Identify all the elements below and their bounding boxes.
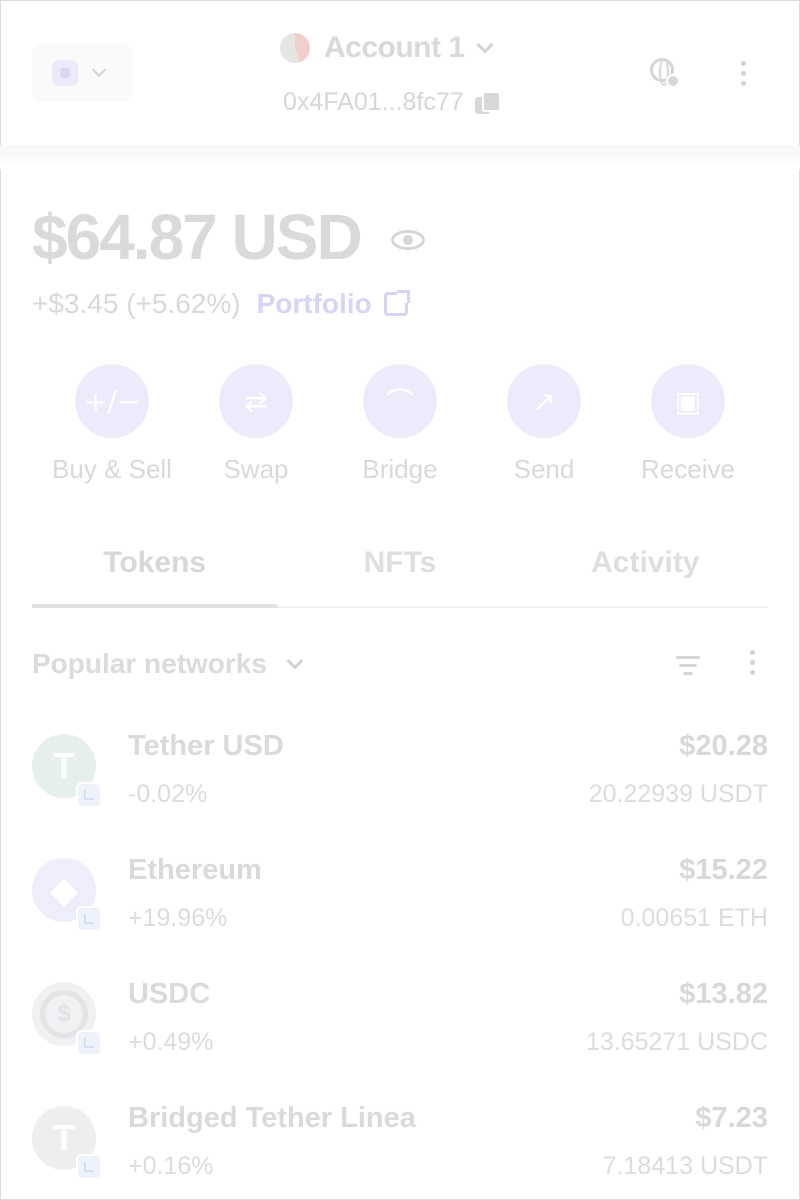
external-link-icon[interactable]: [383, 290, 410, 316]
network-badge-icon: [76, 782, 102, 808]
token-amount: 7.18413 USDT: [602, 1152, 768, 1180]
copy-icon[interactable]: [474, 90, 501, 115]
send-arrow-icon: ↗: [507, 364, 581, 438]
network-filter[interactable]: Popular networks: [32, 648, 267, 680]
header: Account 1 0x4FA01...8fc77: [0, 0, 800, 145]
action-label: Bridge: [362, 454, 438, 484]
token-row[interactable]: $ USDC +0.49% $13.82 13.65271 USDC: [32, 972, 768, 1068]
token-change: -0.02%: [128, 780, 208, 808]
more-options-icon[interactable]: [749, 650, 755, 675]
token-amount: 13.65271 USDC: [585, 1028, 768, 1056]
network-badge-icon: [76, 906, 102, 932]
send-button[interactable]: ↗ Send: [472, 364, 616, 485]
connection-status-dot: [666, 74, 680, 88]
address-copy[interactable]: 0x4FA01...8fc77: [283, 88, 501, 117]
token-name: Bridged Tether Linea: [128, 1102, 416, 1134]
action-label: Buy & Sell: [52, 454, 172, 484]
account-selector[interactable]: Account 1: [280, 26, 494, 70]
action-label: Receive: [641, 454, 735, 484]
chevron-down-icon: [476, 36, 494, 54]
token-name: Ethereum: [128, 854, 262, 886]
token-change: +19.96%: [128, 904, 228, 932]
account-avatar: [280, 33, 310, 63]
bridge-button[interactable]: ⌒ Bridge: [328, 364, 472, 485]
total-balance: $64.87 USD: [32, 201, 363, 273]
token-row[interactable]: T Tether USD -0.02% $20.28 20.22939 USDT: [32, 724, 768, 820]
network-badge-icon: [76, 1030, 102, 1056]
portfolio-link[interactable]: Portfolio: [257, 288, 372, 320]
token-row[interactable]: T Bridged Tether Linea +0.16% $7.23 7.18…: [32, 1096, 768, 1192]
balance-change: +$3.45 (+5.62%): [32, 288, 241, 319]
balance-change-row: +$3.45 (+5.62%) Portfolio: [32, 288, 410, 320]
token-fiat-value: $13.82: [679, 978, 768, 1010]
more-options-icon[interactable]: [740, 61, 746, 86]
token-fiat-value: $15.22: [679, 854, 768, 886]
balance-row: $64.87 USD: [32, 200, 425, 274]
action-buttons: +∕− Buy & Sell ⇄ Swap ⌒ Bridge ↗ Send ▣ …: [40, 364, 760, 485]
buy-sell-icon: +∕−: [75, 364, 149, 438]
token-name: USDC: [128, 978, 211, 1010]
token-amount: 0.00651 ETH: [620, 904, 768, 932]
tab-nfts[interactable]: NFTs: [277, 540, 522, 606]
token-change: +0.16%: [128, 1152, 214, 1180]
receive-button[interactable]: ▣ Receive: [616, 364, 760, 485]
sort-icon[interactable]: [676, 656, 700, 675]
token-row[interactable]: ◆ Ethereum +19.96% $15.22 0.00651 ETH: [32, 848, 768, 944]
tab-tokens[interactable]: Tokens: [32, 540, 278, 608]
token-fiat-value: $20.28: [679, 730, 768, 762]
token-amount: 20.22939 USDT: [588, 780, 768, 808]
qr-code-icon: ▣: [651, 364, 725, 438]
globe-icon[interactable]: [650, 58, 680, 88]
asset-tabs: Tokens NFTs Activity: [32, 540, 768, 608]
token-fiat-value: $7.23: [695, 1102, 768, 1134]
action-label: Send: [513, 454, 575, 484]
chevron-down-icon[interactable]: [286, 652, 304, 670]
network-filter-row: Popular networks: [32, 644, 768, 684]
tab-activity[interactable]: Activity: [523, 540, 768, 606]
swap-icon: ⇄: [219, 364, 293, 438]
token-change: +0.49%: [128, 1028, 214, 1056]
network-icon: [52, 60, 78, 86]
account-address: 0x4FA01...8fc77: [283, 88, 464, 116]
eye-icon[interactable]: [390, 230, 425, 250]
chevron-down-icon: [91, 62, 107, 78]
bridge-icon: ⌒: [363, 364, 437, 438]
swap-button[interactable]: ⇄ Swap: [184, 364, 328, 485]
token-name: Tether USD: [128, 730, 284, 762]
network-badge-icon: [76, 1154, 102, 1180]
buy-sell-button[interactable]: +∕− Buy & Sell: [40, 364, 184, 485]
action-label: Swap: [223, 454, 289, 484]
header-divider: [0, 145, 800, 169]
network-picker[interactable]: [32, 44, 132, 102]
account-name: Account 1: [324, 31, 465, 64]
